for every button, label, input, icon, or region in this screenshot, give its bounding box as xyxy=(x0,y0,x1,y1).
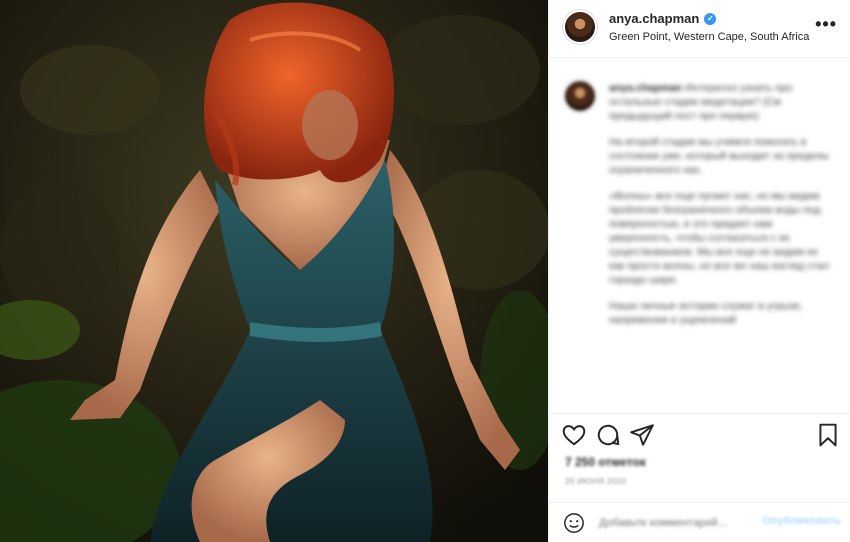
username[interactable]: anya.chapman xyxy=(609,11,699,26)
caption-paragraph: Наши личные истории служат в угрызе, нап… xyxy=(609,300,803,326)
emoji-icon[interactable] xyxy=(563,512,585,534)
bookmark-icon[interactable] xyxy=(815,422,841,448)
caption: anya.chapman Интересно узнать про осталь… xyxy=(549,59,850,411)
action-bar xyxy=(549,413,850,451)
likes-count[interactable]: 7 250 отметок xyxy=(565,455,646,469)
caption-paragraph: anya.chapman Интересно узнать про осталь… xyxy=(609,81,835,123)
avatar[interactable] xyxy=(563,10,597,44)
caption-text: anya.chapman Интересно узнать про осталь… xyxy=(609,81,835,339)
post-side-panel: anya.chapman ✓ Green Point, Western Cape… xyxy=(548,0,850,542)
more-options-icon[interactable]: ••• xyxy=(815,14,837,35)
comment-input[interactable] xyxy=(599,515,789,531)
post-comment-button[interactable]: Опубликовать xyxy=(762,515,841,527)
heart-icon[interactable] xyxy=(561,422,587,448)
post-image xyxy=(0,0,548,542)
caption-avatar[interactable] xyxy=(563,79,597,113)
comment-bar: Опубликовать xyxy=(549,502,850,542)
username-row[interactable]: anya.chapman ✓ xyxy=(609,11,717,26)
location[interactable]: Green Point, Western Cape, South Africa xyxy=(609,31,809,43)
caption-username[interactable]: anya.chapman xyxy=(609,82,682,94)
post-photo[interactable] xyxy=(0,0,548,542)
share-icon[interactable] xyxy=(629,422,655,448)
post-date: 20 ИЮНЯ 2020 xyxy=(565,477,627,486)
comment-icon[interactable] xyxy=(595,422,621,448)
caption-paragraph: На второй стадии мы учимся помогать в со… xyxy=(609,136,829,176)
post-header: anya.chapman ✓ Green Point, Western Cape… xyxy=(549,0,850,58)
caption-paragraph: «Волны» все еще пугают нас, но мы видим … xyxy=(609,190,830,286)
instagram-post: anya.chapman ✓ Green Point, Western Cape… xyxy=(0,0,850,542)
verified-icon: ✓ xyxy=(704,12,717,25)
